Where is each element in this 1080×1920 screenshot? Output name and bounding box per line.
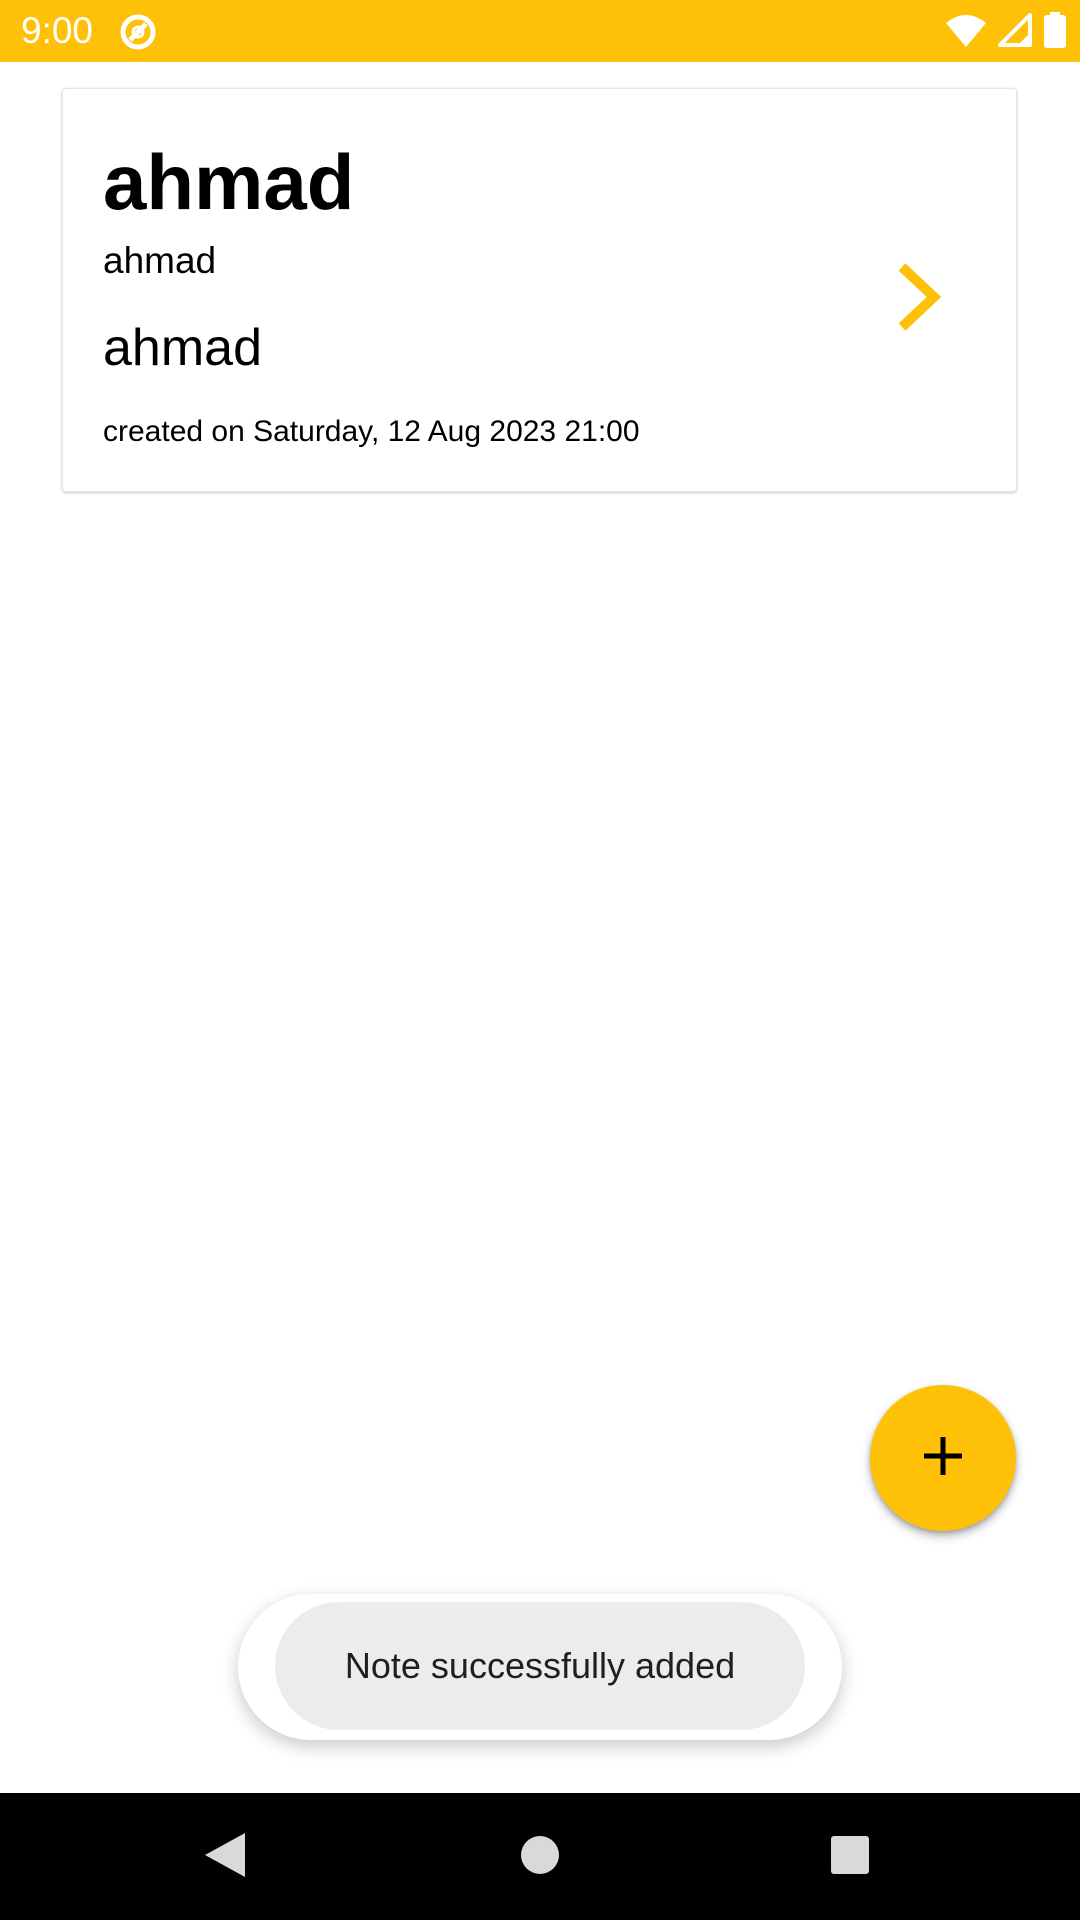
open-note-button[interactable] <box>879 249 959 349</box>
note-created-date: created on Saturday, 12 Aug 2023 21:00 <box>103 415 640 448</box>
system-recents-button[interactable] <box>820 1827 880 1887</box>
plus-icon <box>921 1434 965 1483</box>
app-notification-icon <box>118 12 158 52</box>
note-card[interactable]: ahmad ahmad ahmad created on Saturday, 1… <box>62 88 1017 492</box>
system-home-button[interactable] <box>510 1827 570 1887</box>
back-icon <box>203 1831 247 1884</box>
add-note-button[interactable] <box>870 1385 1016 1531</box>
toast-message: Note successfully added <box>275 1602 805 1730</box>
status-icons <box>946 11 1066 53</box>
system-navigation-bar <box>0 1793 1080 1920</box>
status-bar: 9:00 <box>0 0 1080 62</box>
status-time: 9:00 <box>21 10 94 51</box>
chevron-right-icon <box>894 262 944 337</box>
battery-icon <box>1044 11 1066 53</box>
note-title: ahmad <box>103 138 355 226</box>
cellular-signal-icon <box>998 12 1032 52</box>
wifi-icon <box>946 13 986 52</box>
toast-text: Note successfully added <box>344 1645 736 1686</box>
note-body: ahmad <box>103 319 262 377</box>
app-screen: 9:00 ahmad ahmad ahmad created on Saturd… <box>0 0 1080 1920</box>
home-circle-icon <box>520 1835 560 1880</box>
recents-icon <box>830 1835 870 1880</box>
note-subtitle: ahmad <box>103 240 217 281</box>
system-back-button[interactable] <box>195 1827 255 1887</box>
